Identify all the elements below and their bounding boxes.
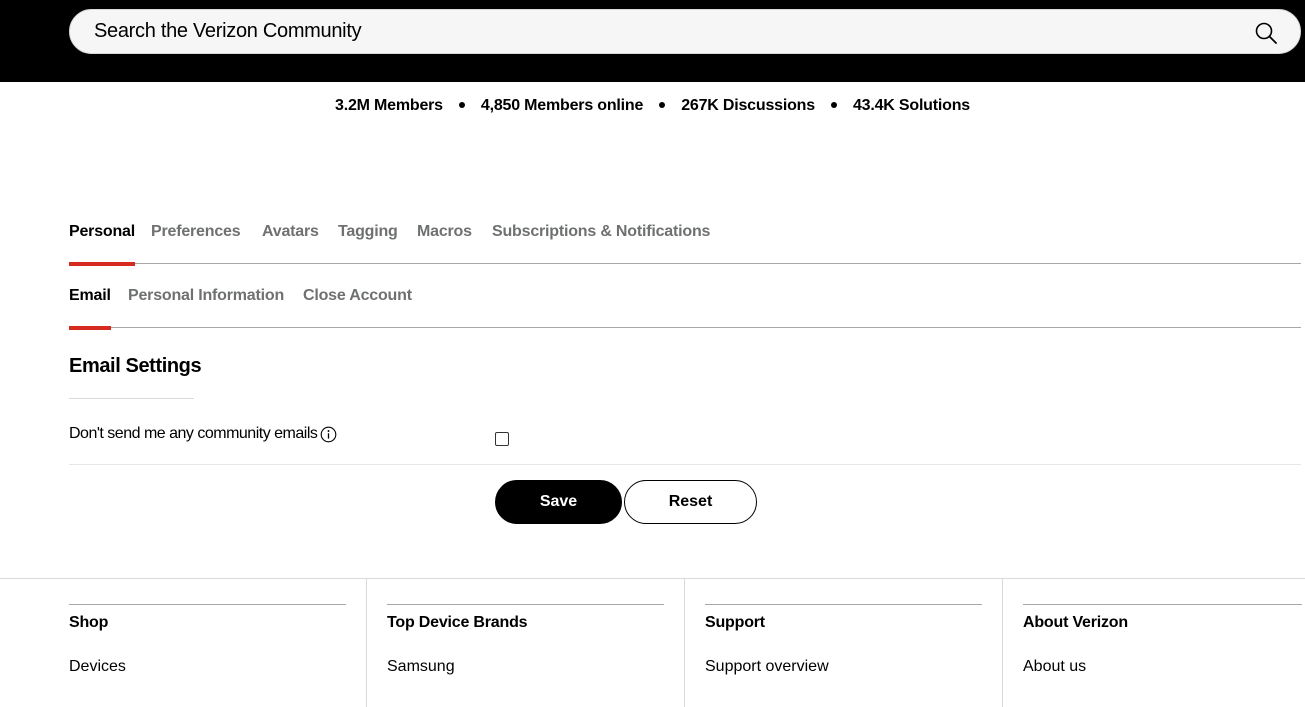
personal-subtabs: Email Personal Information Close Account (69, 287, 1301, 330)
footer-column-top-device-brands: Top Device Brands Samsung (366, 579, 685, 707)
separator-dot (830, 101, 837, 108)
tab-avatars[interactable]: Avatars (262, 223, 319, 264)
save-button[interactable]: Save (495, 480, 622, 524)
footer-column-rule (705, 604, 982, 605)
settings-tabs: Personal Preferences Avatars Tagging Mac… (69, 223, 1301, 266)
search-icon[interactable] (1254, 21, 1278, 45)
footer-heading-about-verizon: About Verizon (1023, 614, 1128, 631)
footer-link-samsung[interactable]: Samsung (387, 658, 455, 676)
tab-tagging[interactable]: Tagging (338, 223, 398, 264)
option-divider (69, 464, 1301, 465)
tab-preferences[interactable]: Preferences (151, 223, 241, 264)
reset-button[interactable]: Reset (624, 480, 757, 524)
separator-dot (659, 101, 666, 108)
email-settings-title: Email Settings (69, 355, 202, 377)
stat-discussions: 267K Discussions (681, 97, 815, 114)
footer-heading-support: Support (705, 614, 765, 631)
no-emails-option: Don't send me any community emails (69, 425, 337, 443)
title-divider (69, 398, 194, 399)
subtab-personal-information[interactable]: Personal Information (128, 287, 284, 328)
footer-heading-top-device-brands: Top Device Brands (387, 614, 528, 631)
tab-subscriptions-notifications[interactable]: Subscriptions & Notifications (492, 223, 710, 264)
stat-members: 3.2M Members (335, 97, 443, 114)
footer-heading-shop: Shop (69, 614, 109, 631)
footer-column-rule (387, 604, 664, 605)
footer-link-about-us[interactable]: About us (1023, 658, 1086, 676)
info-icon[interactable] (320, 426, 337, 443)
stat-members-online: 4,850 Members online (480, 97, 644, 114)
footer-column-about-verizon: About Verizon About us (1002, 579, 1305, 707)
stat-solutions: 43.4K Solutions (852, 97, 970, 114)
footer-column-support: Support Support overview (684, 579, 1003, 707)
footer-column-rule (69, 604, 346, 605)
subtab-email[interactable]: Email (69, 287, 111, 330)
footer-link-devices[interactable]: Devices (69, 658, 126, 676)
tab-macros[interactable]: Macros (417, 223, 472, 264)
subtab-close-account[interactable]: Close Account (303, 287, 412, 328)
top-header-bar (0, 0, 1305, 82)
site-footer: Shop Devices Top Device Brands Samsung S… (0, 578, 1305, 707)
tab-personal[interactable]: Personal (69, 223, 135, 266)
search-input[interactable] (94, 10, 1244, 53)
separator-dot (458, 101, 465, 108)
no-emails-label: Don't send me any community emails (69, 425, 318, 442)
search-bar (69, 9, 1301, 54)
footer-link-support-overview[interactable]: Support overview (705, 658, 829, 676)
footer-column-shop: Shop Devices (0, 579, 367, 707)
community-stats: 3.2M Members 4,850 Members online 267K Dis… (0, 97, 1305, 115)
footer-column-rule (1023, 604, 1302, 605)
no-emails-checkbox[interactable] (495, 432, 509, 446)
